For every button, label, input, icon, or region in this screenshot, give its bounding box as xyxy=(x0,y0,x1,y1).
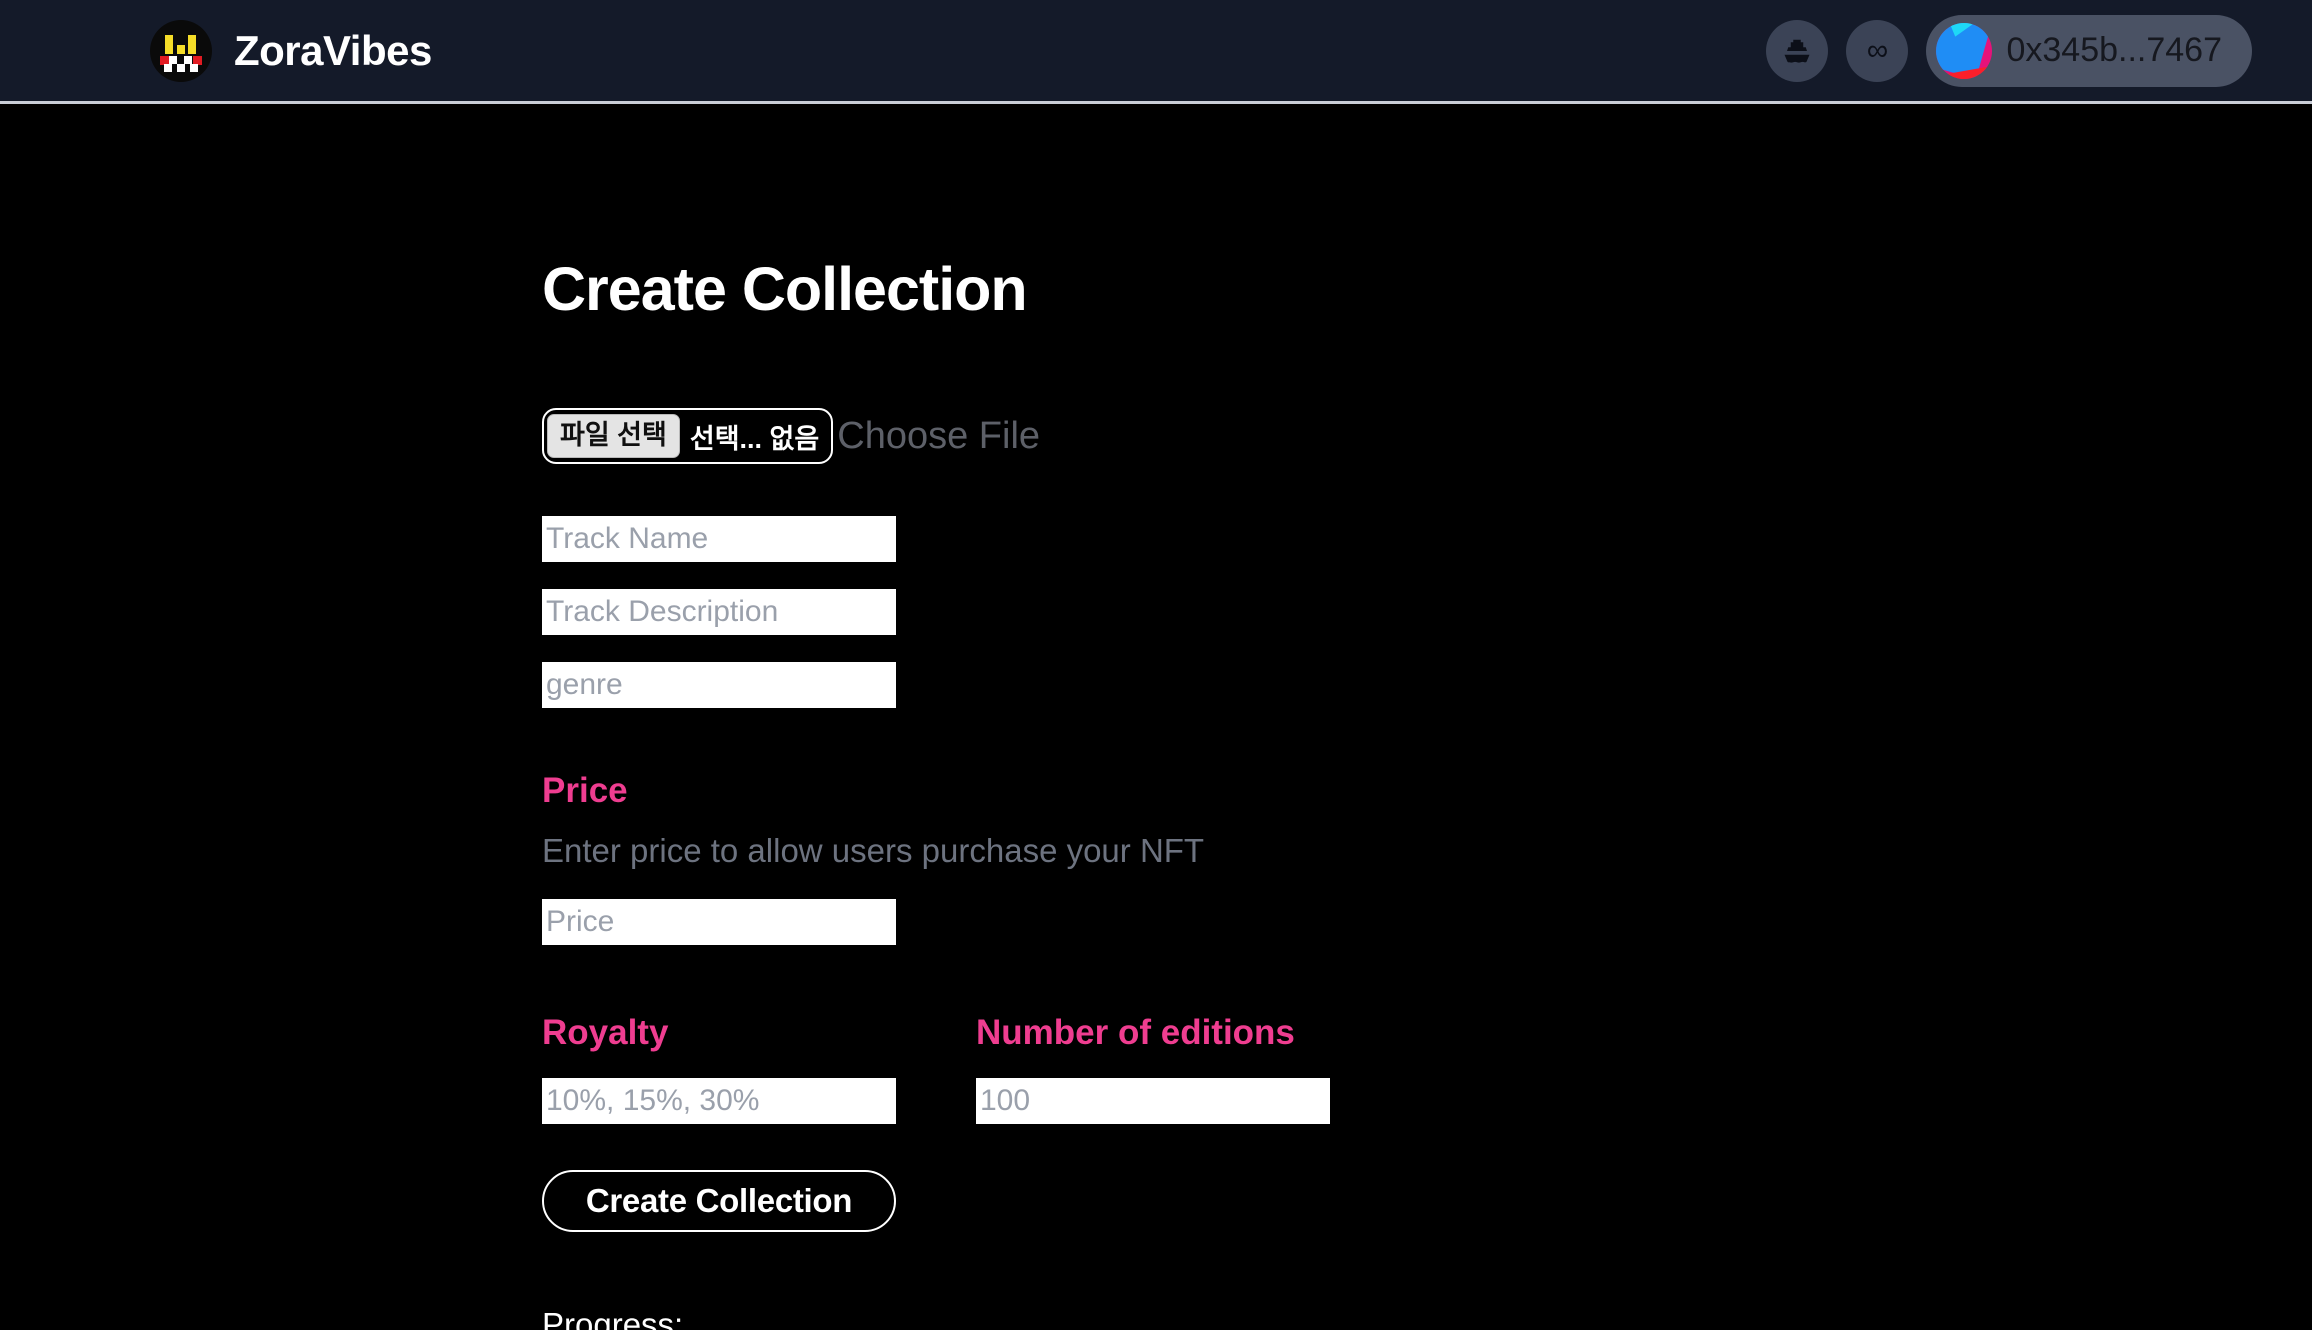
ship-icon-button[interactable] xyxy=(1766,19,1829,82)
create-collection-button[interactable]: Create Collection xyxy=(542,1170,896,1232)
brand-name: ZoraVibes xyxy=(234,26,432,74)
file-field-label: Choose File xyxy=(837,414,1041,457)
file-status-text: 선택... 없음 xyxy=(689,423,820,454)
editions-section-label: Number of editions xyxy=(976,1013,1295,1052)
genre-input[interactable] xyxy=(542,662,896,708)
file-upload-row: 파일 선택 선택... 없음 Choose File xyxy=(542,408,2312,464)
editions-input[interactable] xyxy=(976,1078,1330,1124)
price-hint-text: Enter price to allow users purchase your… xyxy=(542,832,1205,869)
track-description-input[interactable] xyxy=(542,589,896,635)
infinity-icon: ∞ xyxy=(1866,33,1889,67)
royalty-column: Royalty xyxy=(542,1015,976,1124)
ship-icon xyxy=(1784,39,1810,63)
page-title: Create Collection xyxy=(542,255,1028,323)
price-section-label: Price xyxy=(542,771,628,810)
royalty-input[interactable] xyxy=(542,1078,896,1124)
editions-column: Number of editions xyxy=(976,1015,1410,1124)
wallet-avatar-icon xyxy=(1936,22,1993,79)
royalty-section-label: Royalty xyxy=(542,1013,669,1052)
royalty-editions-row: Royalty Number of editions xyxy=(542,1015,2312,1124)
infinity-icon-button[interactable]: ∞ xyxy=(1846,19,1909,82)
wallet-chip[interactable]: 0x345b...7467 xyxy=(1926,14,2252,87)
main-content: Create Collection 파일 선택 선택... 없음 Choose … xyxy=(0,104,2312,1330)
cat-pixel-logo-icon xyxy=(150,19,212,82)
brand[interactable]: ZoraVibes xyxy=(150,19,432,82)
progress-label: Progress: xyxy=(542,1306,684,1330)
track-name-input[interactable] xyxy=(542,516,896,562)
file-input[interactable]: 파일 선택 선택... 없음 xyxy=(542,408,834,464)
price-input[interactable] xyxy=(542,899,896,945)
wallet-address: 0x345b...7467 xyxy=(2006,31,2222,69)
app-header: ZoraVibes ∞ 0x345b...7467 xyxy=(0,0,2312,104)
header-actions: ∞ 0x345b...7467 xyxy=(1766,14,2252,87)
choose-file-button[interactable]: 파일 선택 xyxy=(547,414,680,458)
